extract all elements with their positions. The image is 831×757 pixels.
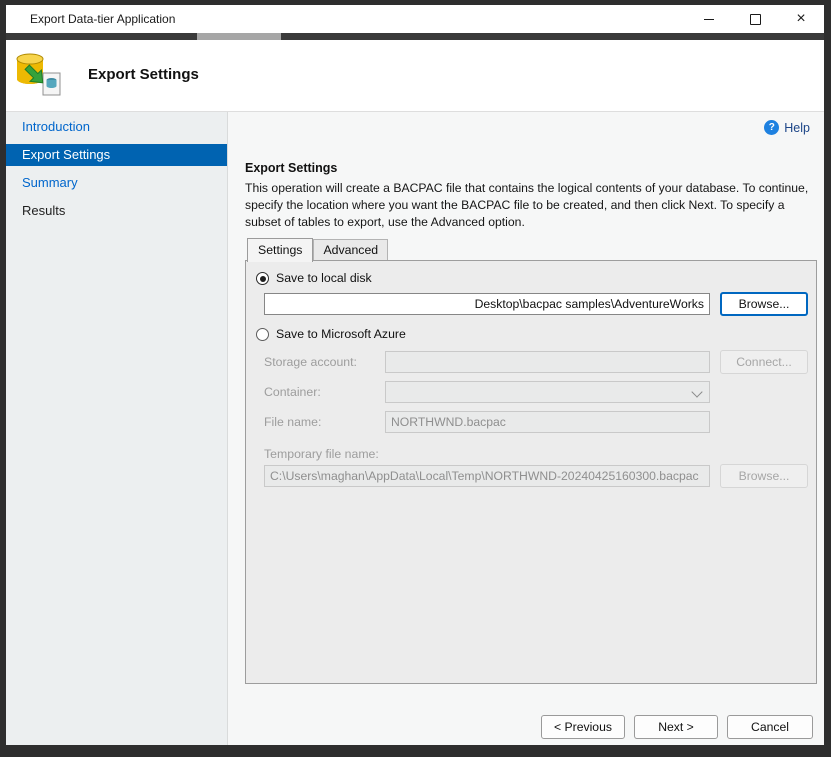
- settings-tab-panel: Save to local disk Browse... Save to Mic…: [245, 260, 817, 684]
- file-name-label: File name:: [264, 415, 321, 429]
- save-to-azure-label: Save to Microsoft Azure: [276, 327, 406, 341]
- help-link[interactable]: ? Help: [764, 120, 810, 135]
- tab-settings[interactable]: Settings: [247, 238, 313, 262]
- sidebar-item-introduction[interactable]: Introduction: [6, 116, 227, 138]
- tab-strip: Settings Advanced: [247, 238, 388, 261]
- chevron-down-icon: [691, 386, 702, 397]
- connect-button: Connect...: [720, 350, 808, 374]
- background-tab-artifact: [197, 33, 281, 40]
- sidebar-item-summary[interactable]: Summary: [6, 172, 227, 194]
- sidebar-item-export-settings[interactable]: Export Settings: [6, 144, 227, 166]
- window-controls: ×: [686, 5, 824, 33]
- temporary-file-name-label: Temporary file name:: [264, 447, 379, 461]
- wizard-steps-sidebar: Introduction Export Settings Summary Res…: [6, 112, 227, 745]
- window-title: Export Data-tier Application: [30, 12, 175, 26]
- save-to-local-disk-radio[interactable]: [256, 272, 269, 285]
- file-name-input: [385, 411, 710, 433]
- export-data-tier-application-window: Export Data-tier Application ×: [6, 5, 824, 745]
- save-to-local-disk-label: Save to local disk: [276, 271, 372, 285]
- page-description: This operation will create a BACPAC file…: [245, 180, 817, 231]
- container-label: Container:: [264, 385, 321, 399]
- export-database-icon: [14, 49, 64, 99]
- wizard-step-title: Export Settings: [88, 66, 199, 83]
- previous-button[interactable]: < Previous: [541, 715, 625, 739]
- sidebar-item-results: Results: [6, 200, 227, 222]
- content-area: ? Help Export Settings This operation wi…: [227, 112, 824, 745]
- container-dropdown: [385, 381, 710, 403]
- titlebar[interactable]: Export Data-tier Application ×: [6, 5, 824, 33]
- close-button[interactable]: ×: [778, 5, 824, 33]
- browse-temporary-button: Browse...: [720, 464, 808, 488]
- browse-local-button[interactable]: Browse...: [720, 292, 808, 316]
- maximize-button[interactable]: [732, 5, 778, 33]
- local-path-input[interactable]: [264, 293, 710, 315]
- storage-account-input: [385, 351, 710, 373]
- page-heading: Export Settings: [245, 161, 337, 175]
- temporary-file-name-input: [264, 465, 710, 487]
- tab-advanced[interactable]: Advanced: [313, 239, 388, 261]
- close-icon: ×: [796, 11, 805, 27]
- wizard-header: Export Settings: [6, 40, 824, 112]
- help-icon: ?: [764, 120, 779, 135]
- save-to-azure-radio[interactable]: [256, 328, 269, 341]
- background-window-strip: [6, 33, 824, 40]
- cancel-button[interactable]: Cancel: [727, 715, 813, 739]
- minimize-icon: [704, 19, 714, 20]
- maximize-icon: [750, 14, 761, 25]
- help-label: Help: [784, 121, 810, 135]
- storage-account-label: Storage account:: [264, 355, 357, 369]
- minimize-button[interactable]: [686, 5, 732, 33]
- next-button[interactable]: Next >: [634, 715, 718, 739]
